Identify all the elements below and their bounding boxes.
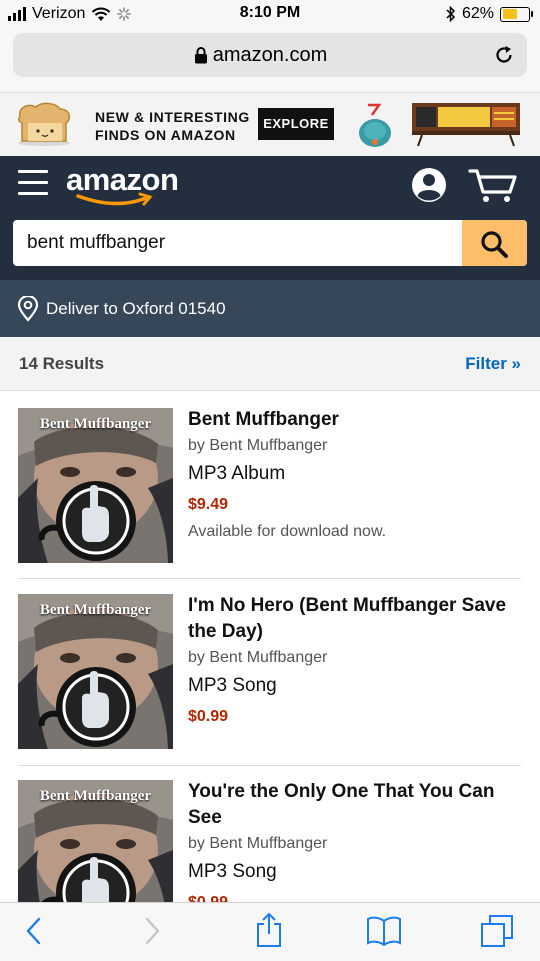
- result-price: $0.99: [188, 708, 229, 725]
- result-info: Bent Muffbanger by Bent Muffbanger MP3 A…: [188, 407, 528, 543]
- account-icon[interactable]: [411, 167, 447, 203]
- album-art-caption: Bent Muffbanger: [39, 602, 152, 618]
- album-art-thumbnail[interactable]: Bent Muffbanger: [18, 594, 173, 749]
- status-bar: Verizon 8:10 PM 62%: [0, 0, 540, 30]
- search-icon: [481, 231, 508, 258]
- explore-button[interactable]: EXPLORE: [258, 108, 334, 140]
- sideboard-product-image: [412, 103, 520, 147]
- browser-toolbar: [0, 902, 540, 961]
- back-icon[interactable]: [22, 916, 46, 946]
- results-bar: 14 Results Filter »: [0, 337, 540, 391]
- album-art-thumbnail[interactable]: Bent Muffbanger: [18, 408, 173, 563]
- banner-text: NEW & INTERESTING FINDS ON AMAZON: [95, 109, 250, 143]
- browser-chrome: amazon.com: [0, 30, 540, 92]
- location-pin-icon: [17, 296, 39, 322]
- search-button[interactable]: [462, 220, 527, 266]
- result-format: MP3 Album: [188, 463, 286, 484]
- result-format: MP3 Song: [188, 861, 277, 882]
- deliver-location-text: Deliver to Oxford 01540: [46, 299, 226, 318]
- search-input[interactable]: [27, 232, 457, 254]
- address-bar[interactable]: amazon.com: [13, 33, 527, 77]
- result-info: You're the Only One That You Can See by …: [188, 779, 528, 914]
- result-availability: Available for download now.: [188, 523, 387, 540]
- reload-icon[interactable]: [493, 44, 515, 66]
- result-byline[interactable]: by Bent Muffbanger: [188, 647, 528, 669]
- result-price: $9.49: [188, 496, 229, 513]
- deliver-to-bar[interactable]: Deliver to Oxford 01540: [0, 280, 540, 337]
- search-bar: [13, 220, 527, 266]
- amazon-header: amazon: [0, 156, 540, 280]
- results-count: 14 Results: [19, 354, 105, 373]
- result-title[interactable]: You're the Only One That You Can See: [188, 779, 528, 831]
- bookmarks-icon[interactable]: [366, 915, 402, 947]
- result-title[interactable]: Bent Muffbanger: [188, 407, 528, 433]
- battery-icon: [500, 6, 533, 22]
- forward-icon[interactable]: [140, 916, 164, 946]
- url-text: amazon.com: [212, 44, 328, 66]
- menu-icon[interactable]: [18, 170, 48, 196]
- bread-toy-image: [17, 102, 71, 146]
- bluetooth-icon: [446, 6, 456, 22]
- cart-icon[interactable]: [468, 168, 518, 204]
- battery-percent: 62%: [461, 5, 494, 22]
- amazon-smile-icon: [76, 192, 153, 206]
- promo-banner[interactable]: NEW & INTERESTING FINDS ON AMAZON EXPLOR…: [0, 92, 540, 157]
- divider: [18, 765, 521, 766]
- speaker-product-image: [359, 103, 391, 147]
- result-info: I'm No Hero (Bent Muffbanger Save the Da…: [188, 593, 528, 728]
- result-format: MP3 Song: [188, 675, 277, 696]
- album-art-caption: Bent Muffbanger: [39, 788, 152, 804]
- result-byline[interactable]: by Bent Muffbanger: [188, 435, 528, 457]
- result-title[interactable]: I'm No Hero (Bent Muffbanger Save the Da…: [188, 593, 528, 645]
- filter-link[interactable]: Filter »: [465, 354, 521, 374]
- divider: [18, 578, 521, 579]
- result-byline[interactable]: by Bent Muffbanger: [188, 833, 528, 855]
- tabs-icon[interactable]: [480, 914, 516, 948]
- share-icon[interactable]: [255, 912, 283, 948]
- album-art-caption: Bent Muffbanger: [39, 416, 152, 432]
